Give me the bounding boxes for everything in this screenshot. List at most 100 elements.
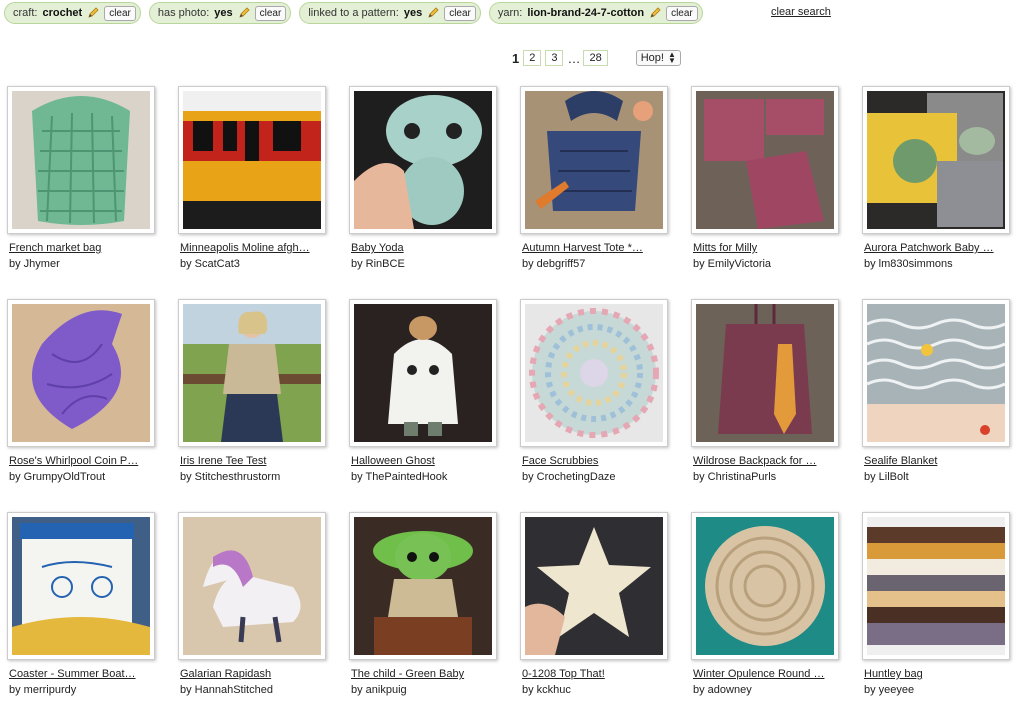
project-title-link[interactable]: Iris Irene Tee Test	[180, 455, 266, 467]
project-thumbnail[interactable]	[7, 299, 155, 447]
project-card: The child - Green Baby by anikpuig	[349, 512, 501, 696]
project-card: Sealife Blanket by LilBolt	[862, 299, 1014, 483]
project-thumbnail[interactable]	[349, 86, 497, 234]
project-thumbnail[interactable]	[691, 299, 839, 447]
project-title-link[interactable]: French market bag	[9, 242, 101, 254]
clear-filter-button[interactable]: clear	[104, 5, 136, 21]
project-author: by CrochetingDaze	[522, 471, 616, 483]
project-author: by kckhuc	[522, 684, 571, 696]
pencil-icon[interactable]	[87, 7, 99, 19]
filter-value: crochet	[42, 7, 83, 19]
project-author: by Jhymer	[9, 258, 60, 270]
project-card: 0-1208 Top That! by kckhuc	[520, 512, 672, 696]
project-title-link[interactable]: Rose's Whirlpool Coin P…	[9, 455, 138, 467]
project-author: by ScatCat3	[180, 258, 240, 270]
photo-image	[525, 91, 663, 229]
pagination-ellipsis: …	[567, 50, 581, 66]
project-title-link[interactable]: Huntley bag	[864, 668, 923, 680]
project-thumbnail[interactable]	[862, 512, 1010, 660]
project-thumbnail[interactable]	[862, 86, 1010, 234]
project-title-link[interactable]: Face Scrubbies	[522, 455, 598, 467]
hop-label: Hop!	[640, 52, 664, 64]
project-card: Rose's Whirlpool Coin P… by GrumpyOldTro…	[7, 299, 159, 483]
project-thumbnail[interactable]	[178, 512, 326, 660]
project-title-link[interactable]: Sealife Blanket	[864, 455, 937, 467]
filter-chip-linked-pattern: linked to a pattern: yes clear	[299, 2, 481, 24]
project-title-link[interactable]: Mitts for Milly	[693, 242, 757, 254]
project-title-link[interactable]: Coaster - Summer Boat…	[9, 668, 136, 680]
project-card: French market bag by Jhymer	[7, 86, 159, 270]
photo-image	[525, 304, 663, 442]
page-link[interactable]: 3	[545, 50, 564, 66]
project-thumbnail[interactable]	[7, 86, 155, 234]
photo-image	[696, 304, 834, 442]
photo-image	[354, 91, 492, 229]
photo-image	[354, 304, 492, 442]
project-title-link[interactable]: The child - Green Baby	[351, 668, 464, 680]
photo-image	[696, 517, 834, 655]
project-author: by ChristinaPurls	[693, 471, 777, 483]
photo-image	[867, 517, 1005, 655]
project-thumbnail[interactable]	[691, 86, 839, 234]
project-card: Iris Irene Tee Test by Stitchesthrustorm	[178, 299, 330, 483]
photo-image	[354, 517, 492, 655]
project-author: by debgriff57	[522, 258, 586, 270]
project-thumbnail[interactable]	[520, 299, 668, 447]
project-card: Autumn Harvest Tote *… by debgriff57	[520, 86, 672, 270]
project-thumbnail[interactable]	[349, 512, 497, 660]
project-card: Aurora Patchwork Baby … by lm830simmons	[862, 86, 1014, 270]
project-card: Minneapolis Moline afgh… by ScatCat3	[178, 86, 330, 270]
project-author: by yeeyee	[864, 684, 915, 696]
project-thumbnail[interactable]	[349, 299, 497, 447]
filter-key: craft:	[13, 7, 38, 19]
filter-key: yarn:	[497, 7, 523, 19]
pencil-icon[interactable]	[427, 7, 439, 19]
photo-image	[12, 91, 150, 229]
project-title-link[interactable]: Baby Yoda	[351, 242, 404, 254]
project-card: Coaster - Summer Boat… by merripurdy	[7, 512, 159, 696]
photo-image	[525, 517, 663, 655]
project-title-link[interactable]: Minneapolis Moline afgh…	[180, 242, 310, 254]
project-title-link[interactable]: Autumn Harvest Tote *…	[522, 242, 643, 254]
filter-bar: craft: crochet clear has photo: yes clea…	[4, 2, 711, 24]
project-title-link[interactable]: Aurora Patchwork Baby …	[864, 242, 994, 254]
project-thumbnail[interactable]	[691, 512, 839, 660]
filter-key: has photo:	[157, 7, 210, 19]
photo-image	[867, 304, 1005, 442]
project-author: by LilBolt	[864, 471, 909, 483]
project-author: by merripurdy	[9, 684, 77, 696]
clear-filter-button[interactable]: clear	[666, 5, 698, 21]
project-title-link[interactable]: Wildrose Backpack for …	[693, 455, 816, 467]
project-author: by lm830simmons	[864, 258, 953, 270]
pagination: 1 2 3 … 28 Hop! ▲ ▼	[512, 50, 681, 66]
project-author: by adowney	[693, 684, 752, 696]
project-card: Galarian Rapidash by HannahStitched	[178, 512, 330, 696]
project-thumbnail[interactable]	[178, 86, 326, 234]
pencil-icon[interactable]	[649, 7, 661, 19]
project-thumbnail[interactable]	[862, 299, 1010, 447]
project-thumbnail[interactable]	[178, 299, 326, 447]
project-card: Face Scrubbies by CrochetingDaze	[520, 299, 672, 483]
photo-image	[12, 517, 150, 655]
project-title-link[interactable]: Winter Opulence Round …	[693, 668, 824, 680]
project-author: by GrumpyOldTrout	[9, 471, 106, 483]
clear-search-link[interactable]: clear search	[771, 6, 831, 18]
page-link[interactable]: 2	[523, 50, 542, 66]
hop-select[interactable]: Hop! ▲ ▼	[635, 50, 681, 66]
photo-image	[867, 91, 1005, 229]
clear-filter-button[interactable]: clear	[444, 5, 476, 21]
pencil-icon[interactable]	[238, 7, 250, 19]
select-arrows-icon: ▲ ▼	[667, 50, 676, 65]
project-card: Baby Yoda by RinBCE	[349, 86, 501, 270]
project-title-link[interactable]: Galarian Rapidash	[180, 668, 271, 680]
project-thumbnail[interactable]	[520, 86, 668, 234]
project-thumbnail[interactable]	[7, 512, 155, 660]
project-thumbnail[interactable]	[520, 512, 668, 660]
project-title-link[interactable]: Halloween Ghost	[351, 455, 435, 467]
project-title-link[interactable]: 0-1208 Top That!	[522, 668, 605, 680]
project-card: Wildrose Backpack for … by ChristinaPurl…	[691, 299, 843, 483]
project-author: by RinBCE	[351, 258, 405, 270]
filter-chip-has-photo: has photo: yes clear	[148, 2, 292, 24]
clear-filter-button[interactable]: clear	[254, 5, 287, 21]
last-page-link[interactable]: 28	[583, 50, 608, 66]
